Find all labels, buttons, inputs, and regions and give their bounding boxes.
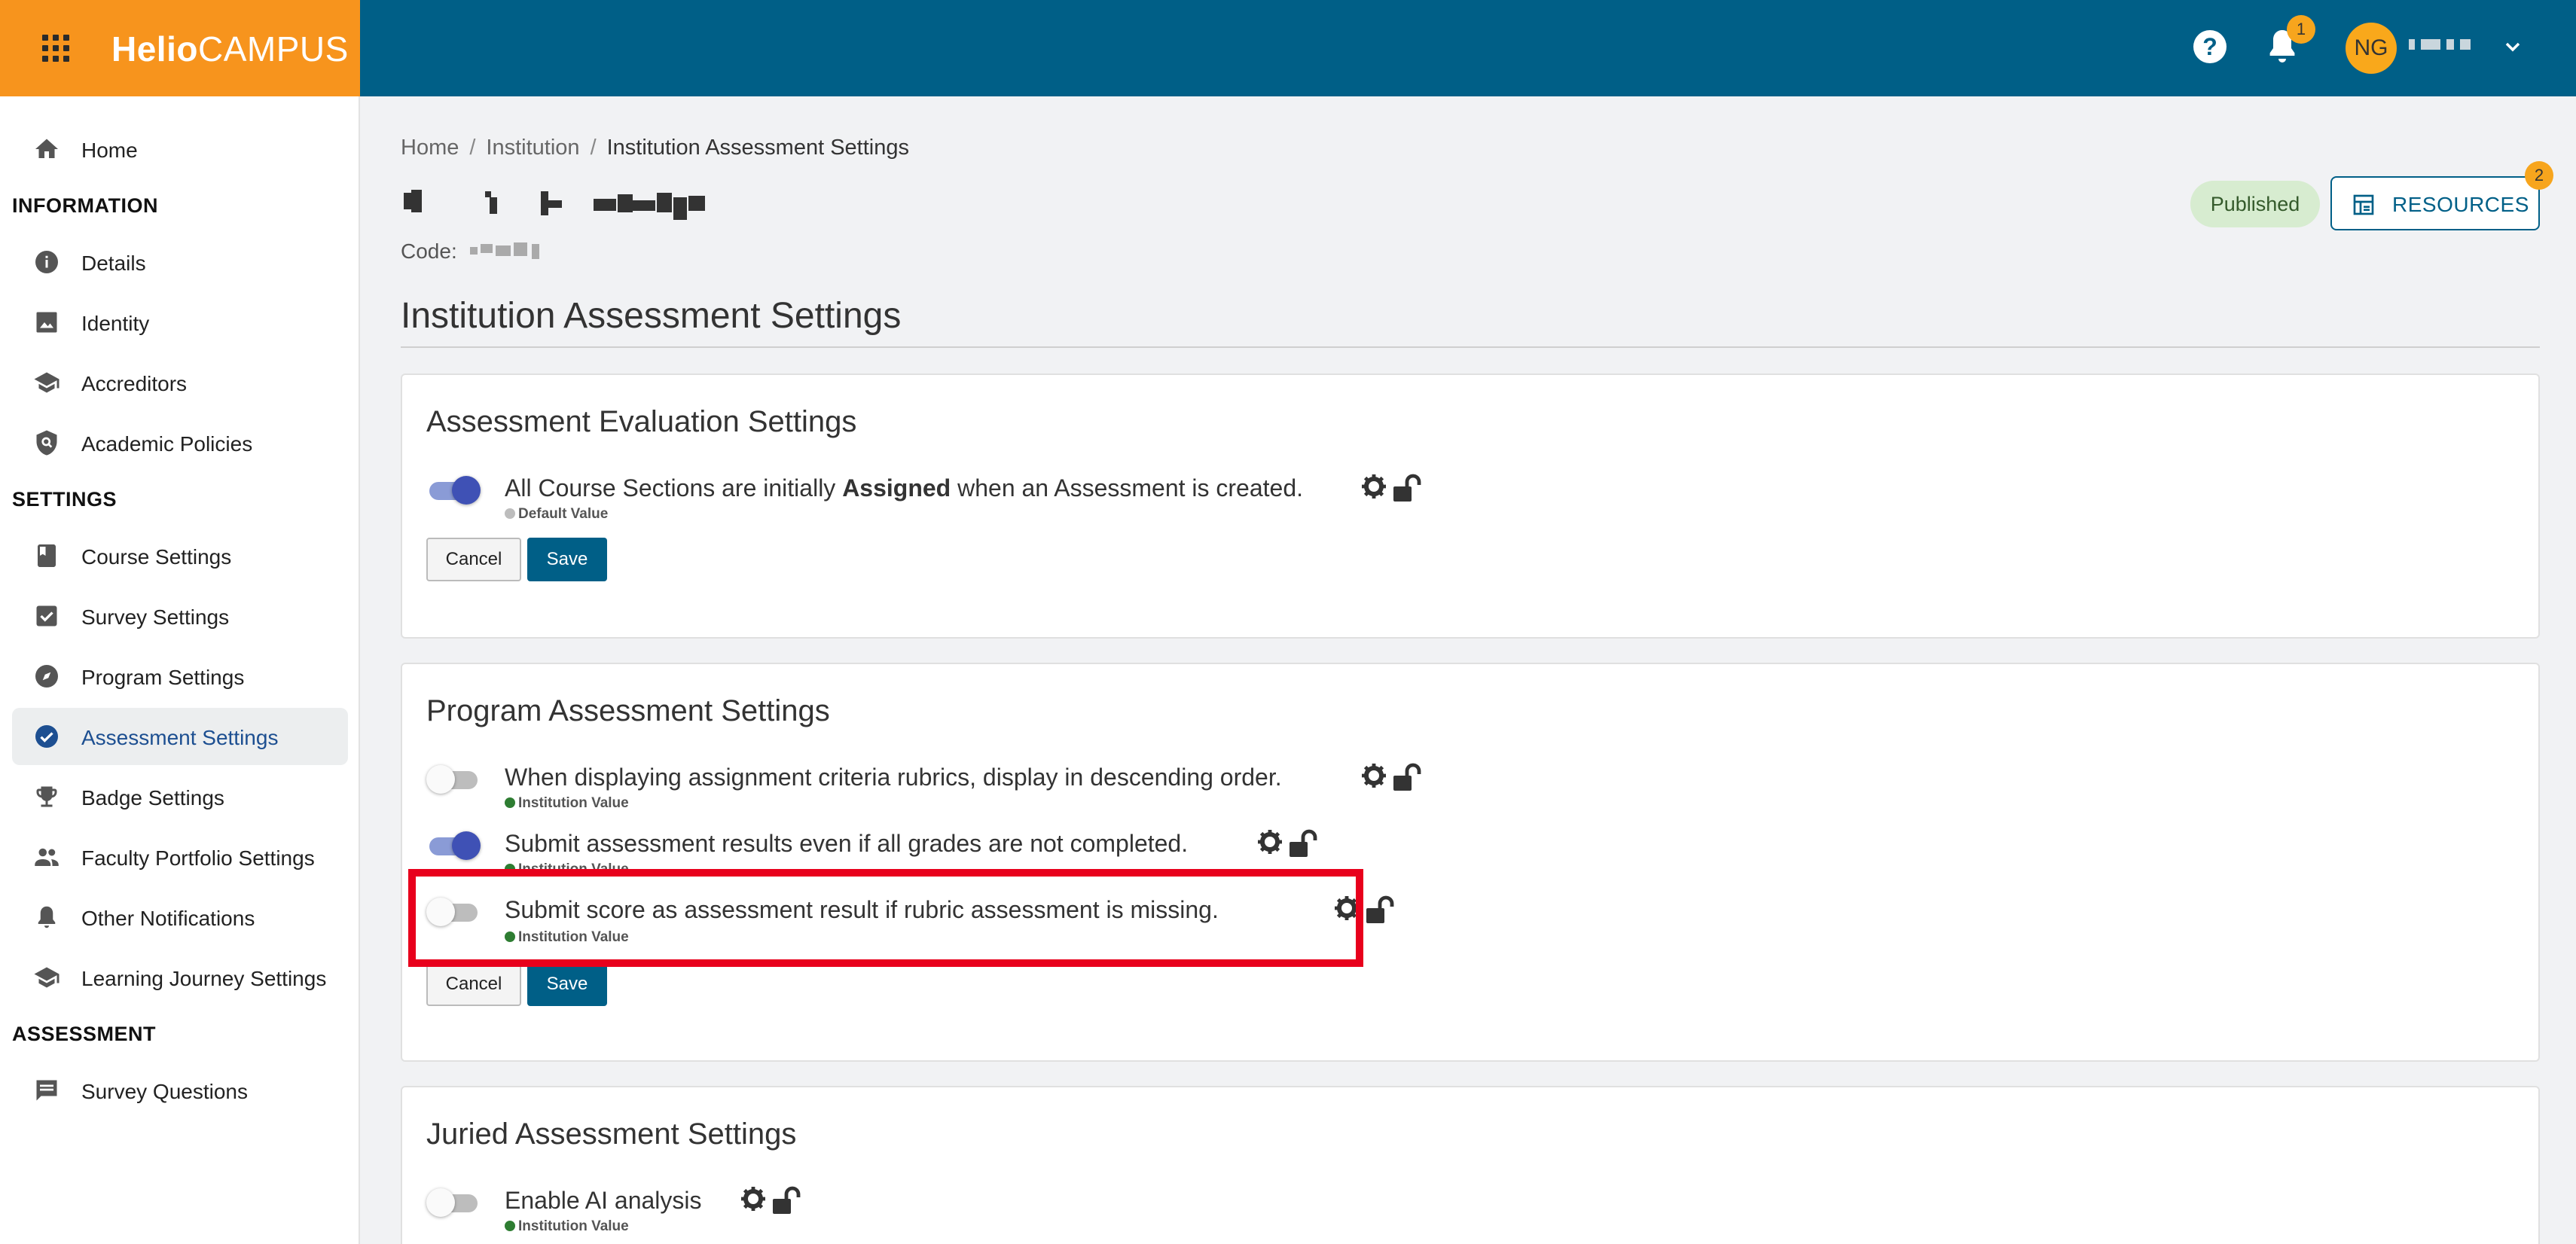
cancel-button[interactable]: Cancel bbox=[426, 538, 521, 581]
sidebar-item-survey-questions[interactable]: Survey Questions bbox=[12, 1062, 348, 1119]
breadcrumb-institution[interactable]: Institution bbox=[486, 136, 579, 160]
save-button[interactable]: Save bbox=[527, 962, 607, 1006]
trophy-icon bbox=[36, 786, 57, 807]
sidebar-item-label: Assessment Settings bbox=[81, 726, 279, 749]
comment-icon bbox=[36, 1080, 57, 1101]
sidebar-item-details[interactable]: Details bbox=[12, 233, 348, 291]
check-circle-icon bbox=[35, 725, 58, 748]
top-bar bbox=[0, 0, 2576, 96]
status-badge: Published bbox=[2190, 181, 2320, 227]
card-title: Assessment Evaluation Settings bbox=[426, 405, 857, 438]
sidebar-item-label: Details bbox=[81, 252, 146, 275]
page-title: Institution Assessment Settings bbox=[401, 296, 902, 336]
setting-label: Submit assessment results even if all gr… bbox=[505, 830, 1189, 857]
setting-label: When displaying assignment criteria rubr… bbox=[505, 764, 1282, 791]
sidebar-item-label: Faculty Portfolio Settings bbox=[81, 846, 315, 870]
resources-label: RESOURCES bbox=[2392, 193, 2529, 216]
code-label: Code: bbox=[401, 239, 457, 263]
assigned-default-toggle[interactable] bbox=[426, 474, 481, 505]
sidebar-item-learning-journey-settings[interactable]: Learning Journey Settings bbox=[12, 949, 348, 1006]
sidebar-item-home[interactable]: Home bbox=[12, 120, 348, 178]
sidebar-item-course-settings[interactable]: Course Settings bbox=[12, 527, 348, 584]
sidebar-item-label: Course Settings bbox=[81, 545, 232, 569]
sidebar-item-identity[interactable]: Identity bbox=[12, 294, 348, 351]
sidebar-item-label: Learning Journey Settings bbox=[81, 967, 327, 990]
descending-order-toggle[interactable] bbox=[426, 764, 481, 794]
notification-badge: 1 bbox=[2287, 15, 2315, 44]
home-icon bbox=[35, 139, 58, 158]
info-icon bbox=[35, 251, 58, 273]
sidebar-item-label: Program Settings bbox=[81, 666, 245, 689]
sidebar-item-label: Home bbox=[81, 139, 138, 162]
image-icon bbox=[36, 312, 57, 333]
sidebar-item-label: Other Notifications bbox=[81, 907, 255, 930]
sidebar-item-label: Badge Settings bbox=[81, 786, 224, 810]
sidebar-item-label: Identity bbox=[81, 312, 150, 335]
heliocampus-logo[interactable]: HelioCAMPUS bbox=[111, 29, 349, 69]
help-icon[interactable]: ? bbox=[2193, 30, 2227, 63]
sidebar-item-label: Survey Settings bbox=[81, 605, 230, 629]
sidebar-item-assessment-settings[interactable]: Assessment Settings bbox=[12, 708, 348, 765]
book-icon bbox=[38, 544, 56, 567]
user-name-redacted[interactable] bbox=[2409, 38, 2492, 57]
institution-name-redacted bbox=[401, 187, 717, 224]
chevron-down-icon[interactable] bbox=[2501, 35, 2525, 59]
sidebar-item-faculty-portfolio-settings[interactable]: Faculty Portfolio Settings bbox=[12, 828, 348, 886]
setting-label: Enable AI analysis bbox=[505, 1187, 702, 1214]
sidebar-item-accreditors[interactable]: Accreditors bbox=[12, 354, 348, 411]
value-source-caption: Institution Value bbox=[505, 1218, 629, 1235]
breadcrumb-home[interactable]: Home bbox=[401, 136, 459, 160]
brand-area: HelioCAMPUS bbox=[0, 0, 360, 96]
code-value-redacted bbox=[470, 242, 550, 259]
save-button[interactable]: Save bbox=[527, 538, 607, 581]
check-box-icon bbox=[36, 605, 57, 627]
sidebar-item-survey-settings[interactable]: Survey Settings bbox=[12, 587, 348, 645]
section-assessment: ASSESSMENT bbox=[12, 1023, 157, 1045]
sidebar-item-academic-policies[interactable]: Academic Policies bbox=[12, 414, 348, 471]
bell-icon bbox=[38, 906, 56, 928]
sidebar-item-other-notifications[interactable]: Other Notifications bbox=[12, 889, 348, 946]
cancel-button[interactable]: Cancel bbox=[426, 962, 521, 1006]
resources-button[interactable]: RESOURCES bbox=[2330, 176, 2540, 230]
highlight-box bbox=[408, 869, 1363, 967]
card-title: Juried Assessment Settings bbox=[426, 1117, 797, 1151]
school-icon bbox=[34, 967, 60, 988]
enable-ai-analysis-toggle[interactable] bbox=[426, 1187, 481, 1217]
dashboard-icon bbox=[2353, 194, 2374, 215]
policy-icon bbox=[36, 430, 57, 456]
value-source-caption: Default Value bbox=[505, 506, 608, 523]
assessment-evaluation-card: Assessment Evaluation Settings All Cours… bbox=[401, 374, 2540, 639]
sidebar-item-label: Accreditors bbox=[81, 372, 188, 395]
breadcrumb-current: Institution Assessment Settings bbox=[606, 136, 909, 160]
program-assessment-card: Program Assessment Settings When display… bbox=[401, 663, 2540, 1062]
gear-lock-icon[interactable] bbox=[1362, 473, 1422, 503]
avatar[interactable]: NG bbox=[2346, 23, 2397, 74]
app-grid-icon[interactable] bbox=[42, 35, 69, 62]
gear-lock-icon[interactable] bbox=[741, 1185, 801, 1215]
card-title: Program Assessment Settings bbox=[426, 694, 830, 727]
people-icon bbox=[35, 848, 59, 866]
sidebar-item-label: Academic Policies bbox=[81, 432, 253, 456]
sidebar-item-program-settings[interactable]: Program Settings bbox=[12, 648, 348, 705]
resources-count-badge: 2 bbox=[2525, 161, 2553, 190]
setting-label: All Course Sections are initially Assign… bbox=[505, 474, 1304, 502]
sidebar-item-badge-settings[interactable]: Badge Settings bbox=[12, 768, 348, 825]
submit-incomplete-toggle[interactable] bbox=[426, 830, 481, 860]
gear-lock-icon[interactable] bbox=[1258, 828, 1318, 858]
gear-lock-icon[interactable] bbox=[1362, 762, 1422, 792]
title-divider bbox=[401, 346, 2540, 348]
section-settings: SETTINGS bbox=[12, 488, 118, 511]
compass-icon bbox=[35, 665, 58, 688]
juried-assessment-card: Juried Assessment Settings Enable AI ana… bbox=[401, 1086, 2540, 1244]
breadcrumb: Home / Institution / Institution Assessment … bbox=[401, 136, 909, 160]
sidebar-item-label: Survey Questions bbox=[81, 1080, 248, 1103]
value-source-caption: Institution Value bbox=[505, 795, 629, 812]
sidebar: Home INFORMATION Details Identity Accred… bbox=[0, 96, 360, 1244]
school-icon bbox=[34, 372, 60, 393]
section-information: INFORMATION bbox=[12, 194, 158, 217]
